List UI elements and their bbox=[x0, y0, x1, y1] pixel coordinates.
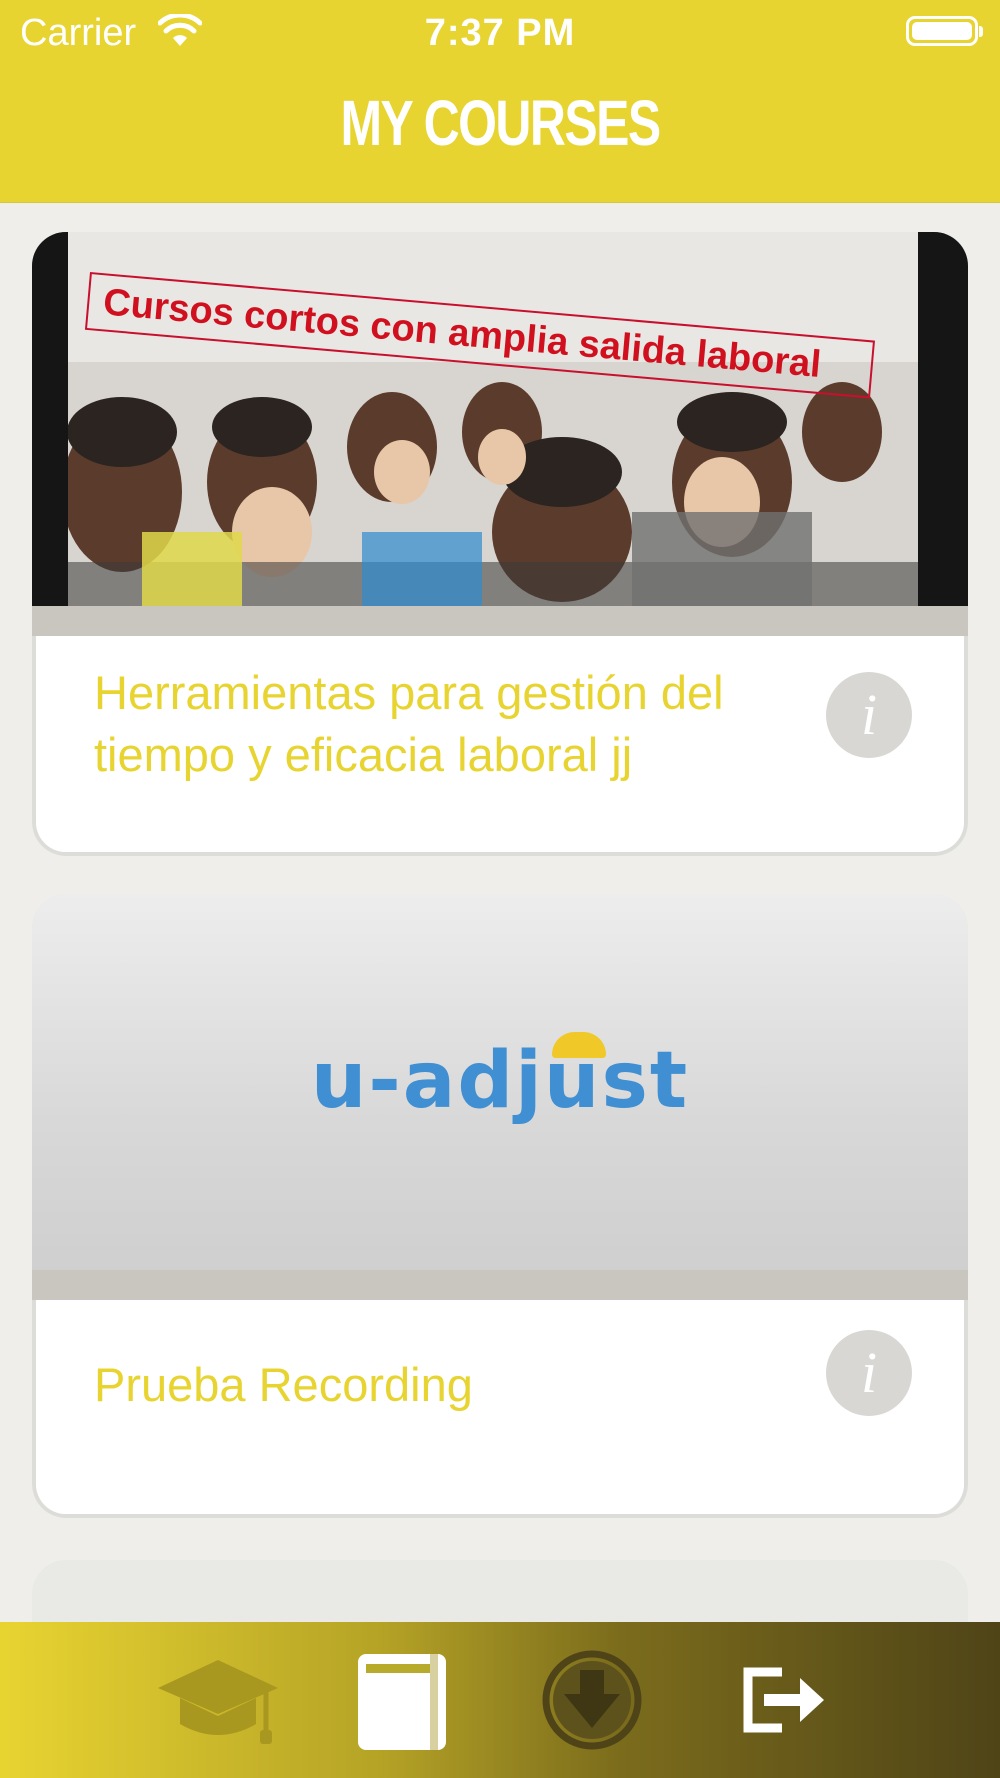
tab-courses[interactable] bbox=[158, 1650, 278, 1750]
app-header: Carrier 7:37 PM MY COURSES bbox=[0, 0, 1000, 203]
card-divider bbox=[32, 606, 968, 636]
battery-icon bbox=[906, 16, 983, 46]
course-title[interactable]: Prueba Recording bbox=[94, 1354, 814, 1416]
info-button[interactable]: i bbox=[826, 672, 912, 758]
tab-notebook[interactable] bbox=[344, 1650, 464, 1750]
info-button[interactable]: i bbox=[826, 1330, 912, 1416]
image-frame-right bbox=[918, 232, 968, 606]
tab-logout[interactable] bbox=[724, 1650, 844, 1750]
info-icon: i bbox=[860, 1340, 878, 1405]
tab-bar bbox=[0, 1622, 1000, 1778]
notebook-icon bbox=[358, 1654, 446, 1750]
status-bar: Carrier 7:37 PM bbox=[0, 0, 1000, 68]
status-time: 7:37 PM bbox=[424, 12, 576, 54]
course-image: Cursos cortos con amplia salida laboral bbox=[32, 232, 968, 606]
course-card[interactable]: Cursos cortos con amplia salida laboral … bbox=[32, 232, 968, 856]
u-adjust-logo: u-adjust bbox=[310, 1036, 690, 1126]
course-title[interactable]: Herramientas para gestión del tiempo y e… bbox=[94, 662, 814, 786]
page-title: MY COURSES bbox=[340, 87, 661, 159]
download-icon bbox=[542, 1650, 642, 1750]
card-divider bbox=[32, 1270, 968, 1300]
card-body: Herramientas para gestión del tiempo y e… bbox=[36, 636, 964, 852]
course-card[interactable]: u-adjust Prueba Recording i bbox=[32, 894, 968, 1518]
image-frame-left bbox=[32, 232, 68, 606]
info-icon: i bbox=[860, 682, 878, 747]
card-body: Prueba Recording i bbox=[36, 1300, 964, 1514]
logout-icon bbox=[743, 1667, 824, 1733]
course-image: u-adjust bbox=[32, 894, 968, 1274]
tab-downloads[interactable] bbox=[532, 1650, 652, 1750]
graduation-cap-icon bbox=[158, 1660, 278, 1744]
